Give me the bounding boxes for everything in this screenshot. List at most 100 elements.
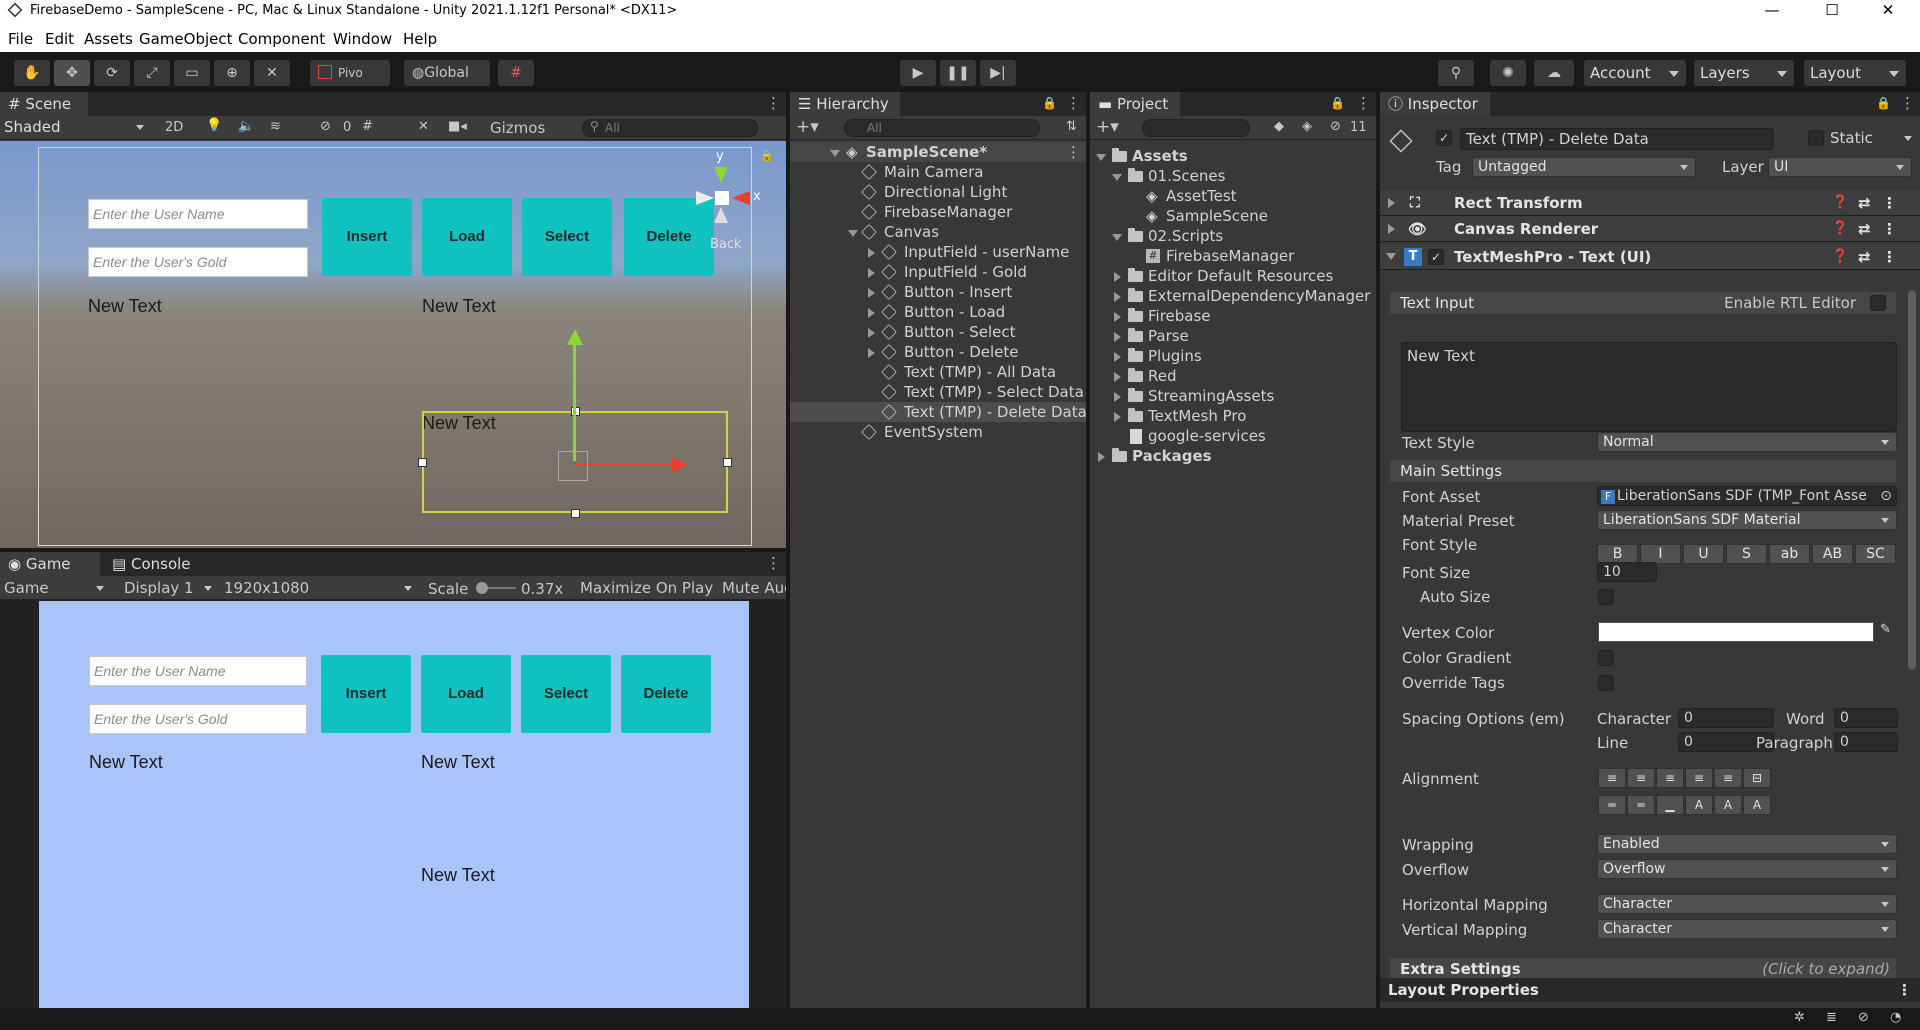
filter-icon[interactable]: ⇅ (1066, 119, 1077, 134)
enabled-checkbox[interactable]: ✓ (1428, 249, 1444, 265)
material-preset-dropdown[interactable]: LiberationSans SDF Material (1597, 510, 1897, 530)
list-item[interactable]: Button - Insert (790, 282, 1086, 302)
view-gizmo[interactable]: y x Back (680, 149, 761, 252)
scene-menu-icon[interactable]: ⋮ (766, 94, 781, 112)
add-icon[interactable]: +▾ (796, 117, 819, 137)
tab-hierarchy[interactable]: ☰ Hierarchy (790, 92, 900, 116)
project-search-input[interactable] (1142, 119, 1250, 137)
lock-icon[interactable]: 🔒 (1330, 96, 1345, 110)
list-item[interactable]: Packages (1090, 446, 1376, 466)
kebab-icon[interactable]: ⋮ (1882, 244, 1897, 270)
cache-icon[interactable]: ≣ (1826, 1010, 1837, 1025)
align-justified-icon[interactable]: ≡ (1685, 768, 1713, 788)
snap-grid-icon[interactable]: # (498, 60, 534, 86)
list-item[interactable]: Firebase (1090, 306, 1376, 326)
gizmo-back-label[interactable]: Back (710, 237, 742, 252)
align-middle-icon[interactable]: ═ (1627, 795, 1655, 815)
kebab-icon[interactable]: ⋮ (1897, 978, 1912, 1002)
lock-icon[interactable]: 🔒 (760, 149, 774, 162)
object-name-field[interactable]: Text (TMP) - Delete Data (1460, 128, 1774, 150)
project-menu-icon[interactable]: ⋮ (1356, 94, 1371, 112)
align-top-icon[interactable]: ═ (1598, 795, 1626, 815)
list-item[interactable]: Red (1090, 366, 1376, 386)
hierarchy-search-input[interactable]: All (844, 119, 1040, 137)
list-item[interactable]: ◈ SampleScene (1090, 206, 1376, 226)
character-spacing-field[interactable]: 0 (1678, 708, 1774, 728)
move-y-arrow-icon[interactable] (567, 329, 583, 345)
extra-settings-header[interactable]: Extra Settings (Click to expand) (1390, 958, 1896, 980)
gizmo-center-cube[interactable] (715, 191, 729, 205)
grid-icon[interactable]: # (362, 119, 373, 134)
pause-button[interactable]: ❚❚ (940, 60, 976, 86)
strikethrough-button[interactable]: S (1726, 544, 1767, 564)
list-item[interactable]: InputField - Gold (790, 262, 1086, 282)
collab-icon[interactable]: ✺ (1490, 60, 1526, 86)
move-x-arrow-icon[interactable] (672, 457, 688, 473)
handle-bottom[interactable] (571, 509, 580, 518)
mute-audio-toggle[interactable]: Mute Auc (722, 579, 786, 597)
tools-icon[interactable]: ✕ (418, 119, 429, 134)
layout-properties-bar[interactable]: Layout Properties ⋮ (1380, 978, 1920, 1002)
underline-button[interactable]: U (1683, 544, 1724, 564)
username-input[interactable]: Enter the User Name (89, 656, 307, 686)
list-item[interactable]: EventSystem (790, 422, 1086, 442)
inspector-scrollbar[interactable] (1908, 290, 1916, 670)
align-midline-icon[interactable]: A (1714, 795, 1742, 815)
hierarchy-menu-icon[interactable]: ⋮ (1066, 94, 1081, 112)
lighting-status-icon[interactable]: ⊘ (1858, 1010, 1869, 1025)
gold-input[interactable]: Enter the User's Gold (89, 704, 307, 734)
minimize-icon[interactable]: — (1744, 0, 1800, 22)
active-checkbox[interactable]: ✓ (1436, 130, 1452, 146)
static-checkbox[interactable] (1808, 130, 1824, 146)
move-y-axis[interactable] (573, 341, 576, 461)
game-mode-dropdown[interactable]: Game (4, 579, 49, 597)
layers-dropdown[interactable]: Layers (1694, 60, 1794, 86)
overflow-dropdown[interactable]: Overflow (1597, 859, 1897, 879)
scale-slider-thumb[interactable] (476, 582, 488, 594)
list-item[interactable]: Text (TMP) - All Data (790, 362, 1086, 382)
lighting-icon[interactable]: 💡 (206, 118, 222, 133)
list-item[interactable]: ◈ SampleScene* ⋮ (790, 142, 1086, 162)
font-asset-field[interactable]: F LiberationSans SDF (TMP_Font Asse ⊙ (1597, 486, 1897, 506)
wrapping-dropdown[interactable]: Enabled (1597, 834, 1897, 854)
help-icon[interactable]: ❓ (1832, 190, 1848, 216)
align-geometry-icon[interactable]: ⊟ (1743, 768, 1771, 788)
resolution-dropdown[interactable]: 1920x1080 (224, 579, 309, 597)
smallcaps-button[interactable]: SC (1855, 544, 1896, 564)
label-filter-icon[interactable]: ◈ (1302, 119, 1312, 134)
list-item[interactable]: Assets (1090, 146, 1376, 166)
maximize-icon[interactable]: ☐ (1804, 0, 1860, 22)
select-button[interactable]: Select (521, 655, 611, 733)
transform-tool-icon[interactable]: ⊕ (214, 60, 250, 86)
gizmo-neg-x-cone[interactable] (696, 191, 714, 205)
tab-scene[interactable]: # Scene (0, 92, 88, 116)
override-tags-checkbox[interactable] (1598, 675, 1614, 691)
text-style-dropdown[interactable]: Normal (1597, 432, 1897, 452)
list-item[interactable]: Button - Select (790, 322, 1086, 342)
kebab-icon[interactable]: ⋮ (1882, 190, 1897, 216)
load-button[interactable]: Load (422, 198, 512, 276)
chevron-down-icon[interactable] (1904, 136, 1912, 145)
align-capline-icon[interactable]: A (1743, 795, 1771, 815)
vertex-color-swatch[interactable] (1598, 622, 1874, 642)
list-item[interactable]: ExternalDependencyManager (1090, 286, 1376, 306)
gizmo-neg-y-cone[interactable] (714, 207, 728, 223)
menu-edit[interactable]: Edit (45, 30, 74, 48)
scale-slider[interactable] (476, 582, 516, 594)
rect-tool-icon[interactable]: ▭ (174, 60, 210, 86)
close-icon[interactable]: ✕ (1860, 0, 1916, 22)
menu-file[interactable]: File (8, 30, 33, 48)
load-button[interactable]: Load (421, 655, 511, 733)
effects-icon[interactable]: ≋ (270, 119, 281, 134)
color-gradient-checkbox[interactable] (1598, 650, 1614, 666)
custom-tool-icon[interactable]: ✕ (254, 60, 290, 86)
lock-icon[interactable]: 🔒 (1876, 96, 1891, 110)
paragraph-spacing-field[interactable]: 0 (1834, 732, 1898, 752)
maximize-on-play-toggle[interactable]: Maximize On Play (580, 579, 713, 597)
list-item[interactable]: Directional Light (790, 182, 1086, 202)
visibility-icon[interactable]: ⊘ (1330, 119, 1341, 134)
presets-icon[interactable]: ⇄ (1858, 190, 1871, 216)
align-bottom-icon[interactable]: ▁ (1656, 795, 1684, 815)
progress-icon[interactable]: ◔ (1890, 1010, 1901, 1025)
game-viewport[interactable]: Enter the User Name Enter the User's Gol… (39, 601, 749, 1008)
